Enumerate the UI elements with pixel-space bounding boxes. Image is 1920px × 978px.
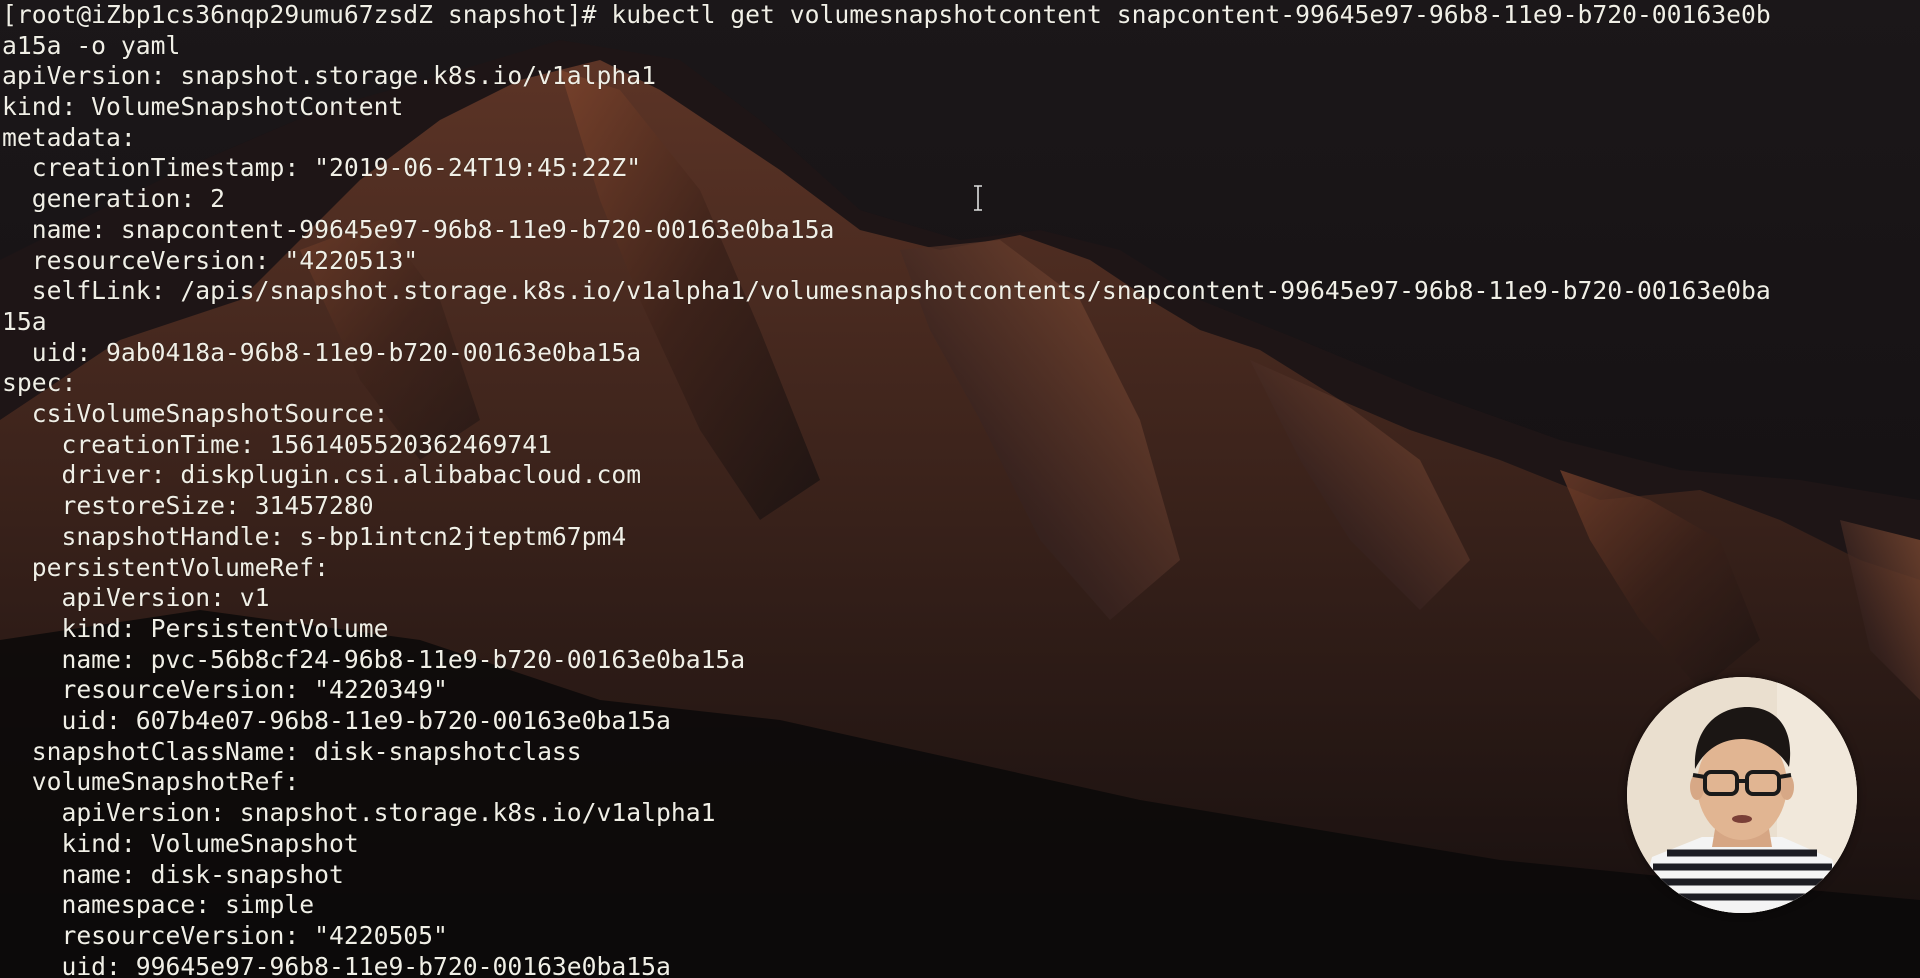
terminal-line: [root@iZbp1cs36nqp29umu67zsdZ snapshot]#… xyxy=(2,0,1771,29)
terminal-line: resourceVersion: "4220349" xyxy=(2,675,448,705)
terminal-line: snapshotClassName: disk-snapshotclass xyxy=(2,736,582,766)
terminal-line: uid: 607b4e07-96b8-11e9-b720-00163e0ba15… xyxy=(2,706,671,736)
terminal-line: persistentVolumeRef: xyxy=(2,552,329,582)
terminal-line: apiVersion: v1 xyxy=(2,583,270,613)
terminal-line: name: pvc-56b8cf24-96b8-11e9-b720-00163e… xyxy=(2,644,746,674)
terminal-line: resourceVersion: "4220505" xyxy=(2,920,448,950)
desktop-screen: [root@iZbp1cs36nqp29umu67zsdZ snapshot]#… xyxy=(0,0,1920,978)
terminal-line: spec: xyxy=(2,368,77,398)
terminal-line: kind: VolumeSnapshot xyxy=(2,828,359,858)
terminal-line: driver: diskplugin.csi.alibabacloud.com xyxy=(2,460,642,490)
terminal-line: uid: 9ab0418a-96b8-11e9-b720-00163e0ba15… xyxy=(2,337,642,367)
text-cursor-icon xyxy=(974,185,982,211)
terminal-line: snapshotHandle: s-bp1intcn2jteptm67pm4 xyxy=(2,521,627,551)
terminal-line: creationTimestamp: "2019-06-24T19:45:22Z… xyxy=(2,153,642,183)
terminal-line: generation: 2 xyxy=(2,184,225,214)
terminal-line: csiVolumeSnapshotSource: xyxy=(2,399,389,429)
terminal-line: namespace: simple xyxy=(2,890,315,920)
terminal-line: apiVersion: snapshot.storage.k8s.io/v1al… xyxy=(2,798,716,828)
terminal-line: a15a -o yaml xyxy=(2,30,181,60)
terminal-line: resourceVersion: "4220513" xyxy=(2,245,419,275)
terminal-line: name: disk-snapshot xyxy=(2,859,344,889)
terminal-line: name: snapcontent-99645e97-96b8-11e9-b72… xyxy=(2,214,835,244)
terminal-line: uid: 99645e97-96b8-11e9-b720-00163e0ba15… xyxy=(2,951,671,978)
terminal-line: kind: VolumeSnapshotContent xyxy=(2,92,404,122)
terminal-line: creationTime: 1561405520362469741 xyxy=(2,429,552,459)
terminal-line: kind: PersistentVolume xyxy=(2,613,389,643)
terminal-line: restoreSize: 31457280 xyxy=(2,491,374,521)
terminal-line: volumeSnapshotRef: xyxy=(2,767,300,797)
terminal-line: metadata: xyxy=(2,122,136,152)
terminal-line: apiVersion: snapshot.storage.k8s.io/v1al… xyxy=(2,61,656,91)
terminal-line: selfLink: /apis/snapshot.storage.k8s.io/… xyxy=(2,276,1771,306)
terminal-line: 15a xyxy=(2,306,47,336)
presenter-webcam xyxy=(1627,677,1857,913)
